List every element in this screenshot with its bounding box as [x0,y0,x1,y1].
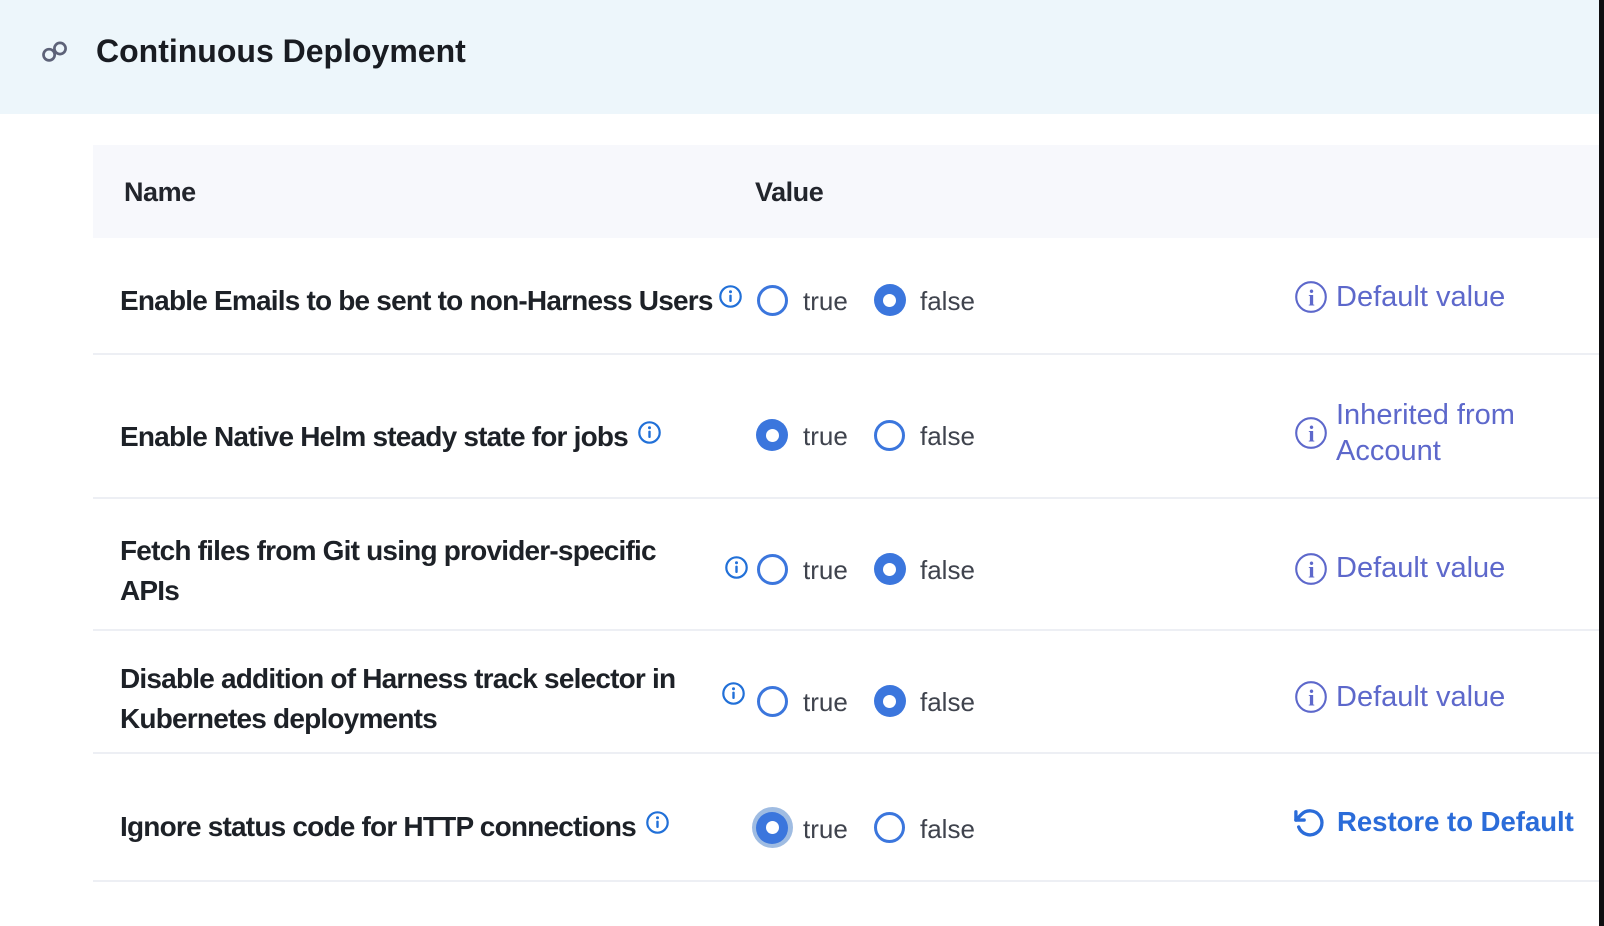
svg-text:i: i [1308,557,1315,582]
svg-text:i: i [1308,686,1315,711]
svg-text:i: i [1308,422,1315,447]
svg-text:i: i [1308,286,1315,311]
